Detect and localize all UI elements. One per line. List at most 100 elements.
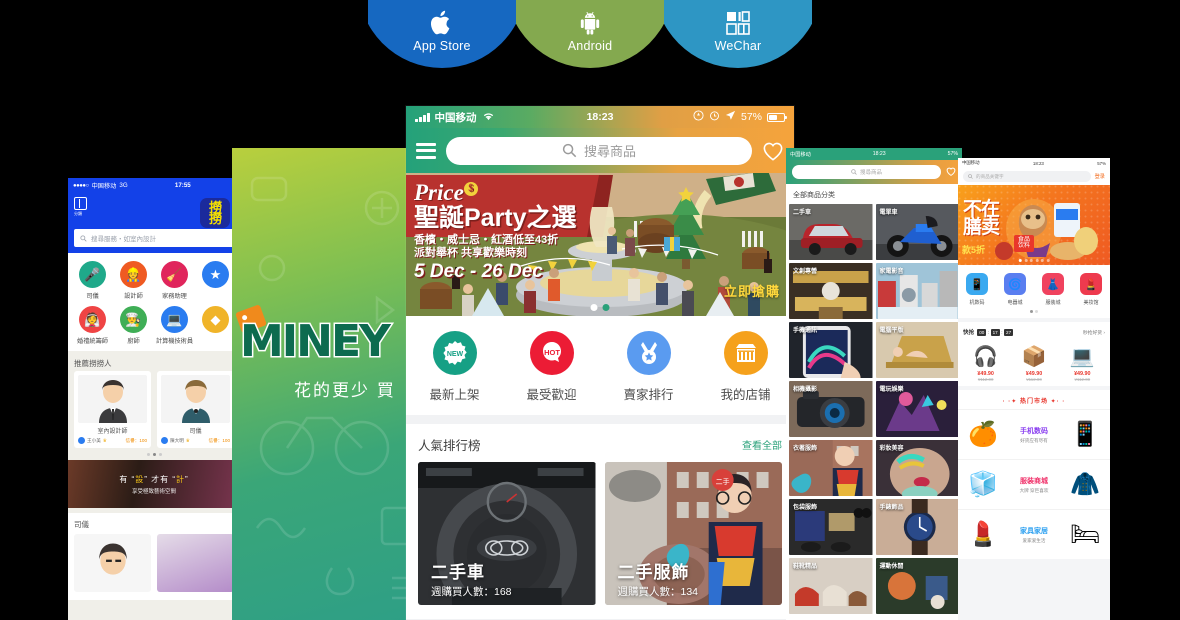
cat-cell[interactable]: 衣著服飾 [789, 440, 873, 496]
left-category-item-partial[interactable]: ◆ [195, 306, 236, 345]
quick-entry[interactable]: 📱 机数码 [958, 273, 996, 306]
quick-entry-label: 电器城 [1007, 300, 1023, 306]
download-tab-wechat[interactable]: WeChar [664, 0, 812, 68]
cat-cell[interactable]: 手錶飾品 [875, 499, 959, 555]
recommend-card[interactable]: 室內設計師 王小美 ♛ 信譽：100 [74, 371, 151, 448]
left-category-label: 計算機技術員 [155, 338, 194, 345]
flash-product[interactable]: 📦 ¥49.90 ¥112.00 [1011, 341, 1056, 383]
market-row[interactable]: 💄 家具家居 爱家爱生活 🛏 [958, 509, 1110, 559]
main-status-bar: 中国移动 18:23 57% [406, 106, 794, 128]
recommend-meta: 王小美 ♛ 信譽：100 [78, 437, 147, 444]
phone-mall-app: 中国移动 18:23 57% 的商品关键字 登录 不在 膳卖 款5折 食品 饮料… [958, 158, 1110, 620]
download-tab-label: App Store [413, 39, 471, 53]
flash-product[interactable]: 🎧 ¥49.90 ¥112.00 [963, 341, 1008, 383]
cat-cell[interactable]: 相機攝影 [789, 381, 873, 437]
wedding-icon: 👰 [79, 306, 106, 333]
category-menu-icon[interactable] [74, 197, 87, 210]
quick-nav-label: 最受歡迎 [526, 388, 577, 402]
cat-cell[interactable]: 家電影音 [875, 263, 959, 319]
hamburger-menu-icon[interactable] [416, 142, 436, 159]
download-tab-appstore[interactable]: App Store [368, 0, 516, 68]
screenshot-stage: App Store Android WeChar ●●●●○ 中国移动 3G 1… [0, 0, 1180, 620]
flash-product[interactable]: 💻 ¥49.90 ¥112.00 [1060, 341, 1105, 383]
quick-nav-popular[interactable]: HOT 最受歡迎 [503, 331, 600, 403]
cat-cell[interactable]: 鞋靴精品 [789, 558, 873, 614]
quick-entry-label: 服装城 [1045, 300, 1061, 306]
market-row[interactable]: 🧊 服装商城 大牌 穿巨喜欢 🧥 [958, 459, 1110, 509]
market-title: 家具家居 [1020, 527, 1048, 535]
cat-cell[interactable]: 運動休閒 [875, 558, 959, 614]
banner-sub2: 派對舉杯 共享歡樂時刻 [414, 247, 528, 259]
recommend-card[interactable]: 司儀 陳大明 ♛ 信譽：100 [157, 371, 234, 448]
banner-cta-label[interactable]: 立即搶購 [724, 281, 780, 300]
left-category-item[interactable]: 👷 設計師 [113, 261, 154, 300]
clock-label: 17:55 [174, 182, 191, 189]
right-hero-banner[interactable]: 不在 膳卖 款5折 食品 饮料 [958, 185, 1110, 265]
carousel-dots[interactable] [68, 448, 240, 460]
left-search-input[interactable]: 搜尋服務・如室內設計 [74, 229, 234, 247]
quick-entries-pager[interactable] [958, 310, 1110, 318]
battery-percent-label: 57% [740, 111, 762, 123]
cat-cell[interactable]: 電單車 [875, 204, 959, 260]
main-promo-banner[interactable]: Price $ 聖誕Party之選 香檳・威士忌・紅酒低至43折 派對舉杯 共享歡… [406, 173, 794, 316]
cat-search-input[interactable]: 搜尋商品 [792, 165, 941, 179]
cat-cell[interactable]: 手機通訊 [789, 322, 873, 378]
ranking-card-used-clothes[interactable]: 二手 二手服飾 週購買人數：134 [604, 462, 782, 605]
left-category-item[interactable]: 🎤 司儀 [72, 261, 113, 300]
cat-cell[interactable]: 電玩娛樂 [875, 381, 959, 437]
cat-search-placeholder: 搜尋商品 [859, 170, 882, 176]
main-quick-nav: NEW 最新上架 HOT 最受歡迎 賣家排行 我的店铺 [406, 316, 794, 415]
ranking-cards: 二手車 週購買人數：168 二手 二手服飾 週購買人數：134 [406, 462, 794, 619]
carrier-label: 中国移动 [962, 160, 980, 165]
ranking-card-used-car[interactable]: 二手車 週購買人數：168 [418, 462, 596, 605]
extra-icon: ★ [202, 261, 229, 288]
quick-nav-my-shop[interactable]: 我的店铺 [697, 331, 794, 403]
left-category-item[interactable]: 👰 婚禮統籌師 [72, 306, 113, 345]
ranking-view-all[interactable]: 查看全部 [742, 437, 782, 452]
cat-cell[interactable]: 文創專營 [789, 263, 873, 319]
left-banner[interactable]: 有 “設” 才有 “計” 享受極致藝術空間 [68, 460, 240, 508]
banner-carousel-dots[interactable] [590, 304, 610, 311]
right-search-input[interactable]: 的商品关键字 [963, 171, 1091, 182]
list-item[interactable] [74, 534, 151, 592]
left-search-placeholder: 搜尋服務・如室內設計 [91, 236, 156, 243]
recommend-role: 室內設計師 [97, 429, 128, 435]
left-section2-title: 司儀 [68, 513, 240, 534]
quick-entry[interactable]: 💄 美妆馆 [1072, 273, 1110, 306]
list-item[interactable] [157, 534, 234, 592]
ranking-card-sub: 週購買人數：168 [431, 586, 512, 598]
flash-more-link[interactable]: 秒抢好货 › [1083, 329, 1105, 336]
quick-nav-label: 最新上架 [429, 388, 480, 402]
cat-cell[interactable]: 彩妝美容 [875, 440, 959, 496]
quick-entry[interactable]: 👗 服装城 [1034, 273, 1072, 306]
cat-cell-label: 手機通訊 [793, 328, 818, 334]
quick-nav-seller-rank[interactable]: 賣家排行 [600, 331, 697, 403]
left-category-item[interactable]: 💻 計算機技術員 [154, 306, 195, 345]
favorites-heart-icon[interactable] [762, 141, 784, 161]
crown-icon: ♛ [102, 437, 107, 443]
cat-cell-label: 衣著服飾 [793, 446, 818, 452]
laptop-icon: 💻 [1069, 345, 1095, 368]
phone-service-app: ●●●●○ 中国移动 3G 17:55 分類 撈 撈 搜尋服務・如室內設計 🎤 司… [68, 178, 240, 620]
cat-cell[interactable]: 二手車 [789, 204, 873, 260]
market-sub: 爱家爱生活 [1022, 537, 1046, 543]
banner-text-block: Price $ 聖誕Party之選 香檳・威士忌・紅酒低至43折 派對舉杯 共享歡… [414, 181, 577, 281]
market-text: 服装商城 大牌 穿巨喜欢 [1007, 476, 1061, 494]
jacket-icon: 🧥 [1070, 471, 1100, 498]
market-row[interactable]: 🍊 手机数码 好货应有尽有 📱 [958, 409, 1110, 459]
main-search-input[interactable]: 搜尋商品 [446, 136, 752, 165]
cat-cell[interactable]: 包袋服飾 [789, 499, 873, 555]
hero-discount: 款5折 [962, 245, 986, 255]
favorites-heart-icon[interactable] [946, 163, 956, 181]
hero-carousel-dots[interactable] [1018, 259, 1050, 262]
left-category-item[interactable]: 🧹 家務助理 [154, 261, 195, 300]
cat-cell[interactable]: 電腦平版 [875, 322, 959, 378]
left-category-item-partial[interactable]: ★ [195, 261, 236, 300]
quick-entry[interactable]: 🌀 电器城 [996, 273, 1034, 306]
search-icon [968, 174, 973, 179]
rotation-lock-icon [693, 110, 704, 124]
login-link[interactable]: 登录 [1095, 173, 1105, 180]
download-tab-android[interactable]: Android [516, 0, 664, 68]
quick-nav-newest[interactable]: NEW 最新上架 [406, 331, 503, 403]
left-category-item[interactable]: 👨‍🍳 廚師 [113, 306, 154, 345]
